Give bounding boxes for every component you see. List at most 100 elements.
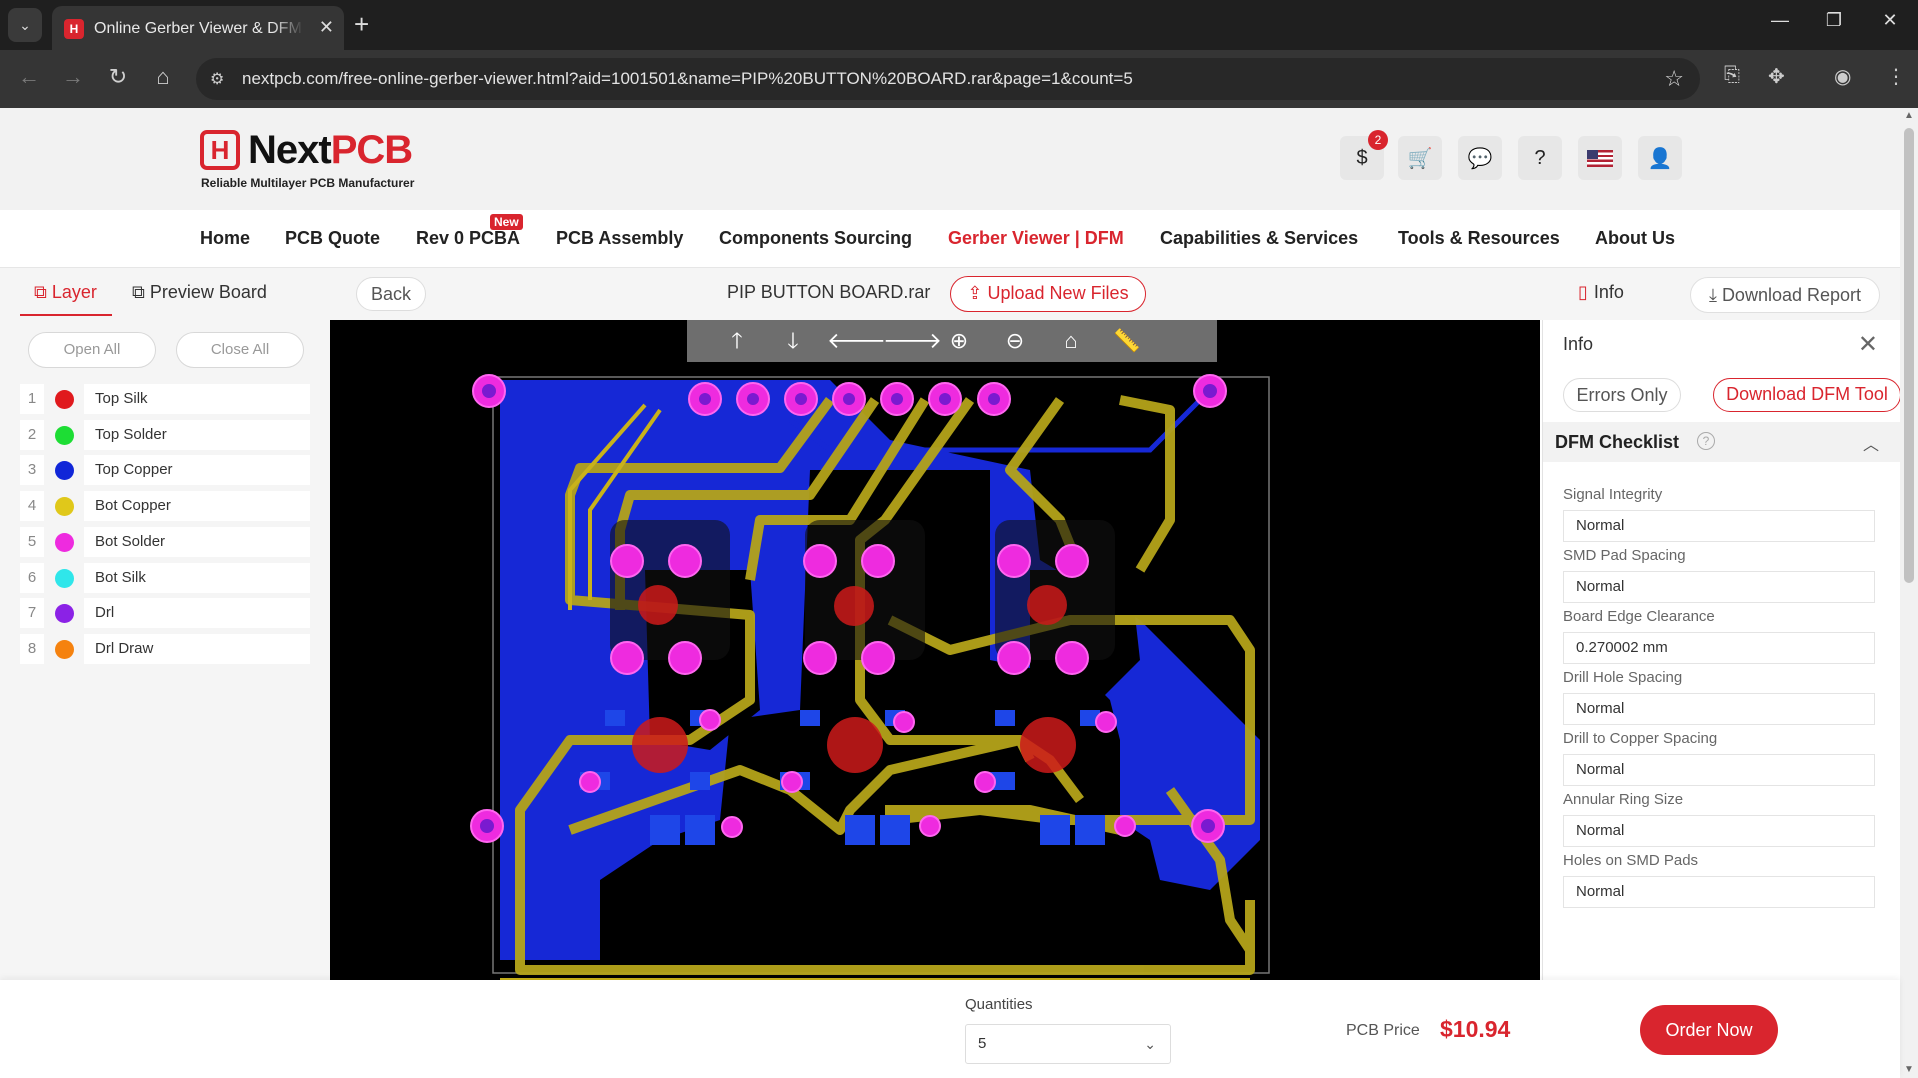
user-icon[interactable]: 👤 bbox=[1638, 136, 1682, 180]
window-close-icon[interactable]: ✕ bbox=[1870, 10, 1910, 31]
scroll-up-icon[interactable]: ▲ bbox=[1900, 110, 1918, 121]
pcb-render bbox=[470, 374, 1270, 980]
browser-tab[interactable]: H Online Gerber Viewer & DFM Analysis ✕ bbox=[52, 6, 344, 50]
close-all-button[interactable]: Close All bbox=[176, 332, 304, 368]
check-value: Normal bbox=[1563, 815, 1875, 847]
nav-about-us[interactable]: About Us bbox=[1595, 228, 1675, 249]
tab-search-icon[interactable]: ⌄ bbox=[8, 8, 42, 42]
info-panel: Info ✕ Errors Only Download DFM Tool DFM… bbox=[1542, 320, 1900, 980]
download-icon: ⤓ bbox=[1708, 285, 1722, 305]
file-name: PIP BUTTON BOARD.rar bbox=[727, 282, 931, 302]
nav-rev0-pcba[interactable]: Rev 0 PCBA bbox=[416, 228, 520, 249]
errors-only-button[interactable]: Errors Only bbox=[1563, 378, 1681, 412]
pan-right-icon[interactable]: 🡒 bbox=[883, 326, 942, 356]
scroll-thumb[interactable] bbox=[1904, 128, 1914, 583]
cart-icon[interactable]: 🛒 bbox=[1398, 136, 1442, 180]
layers-panel: Open All Close All 1 Top Silk 2 Top Solder 3… bbox=[0, 320, 330, 980]
pan-left-icon[interactable]: 🡐 bbox=[827, 326, 886, 356]
layer-row[interactable]: 6 Bot Silk bbox=[20, 562, 310, 593]
tab-close-icon[interactable]: ✕ bbox=[319, 17, 334, 38]
open-all-button[interactable]: Open All bbox=[28, 332, 156, 368]
nextpcb-logo[interactable]: H NextPCB Reliable Multilayer PCB Manufa… bbox=[200, 128, 430, 190]
nav-components-sourcing[interactable]: Components Sourcing bbox=[719, 228, 912, 249]
browser-tab-bar: ⌄ H Online Gerber Viewer & DFM Analysis … bbox=[0, 0, 1918, 50]
check-value: Normal bbox=[1563, 876, 1875, 908]
layer-row[interactable]: 5 Bot Solder bbox=[20, 526, 310, 557]
check-value: Normal bbox=[1563, 510, 1875, 542]
profile-avatar-icon[interactable]: ◉ bbox=[1834, 64, 1851, 89]
layer-name: Top Solder bbox=[84, 419, 310, 450]
quantity-select[interactable]: 5 ⌄ bbox=[965, 1024, 1171, 1064]
pan-down-icon[interactable]: 🡓 bbox=[773, 326, 813, 356]
layer-color-swatch[interactable] bbox=[55, 604, 74, 624]
page-scrollbar[interactable]: ▲ ▼ bbox=[1900, 108, 1918, 1078]
nav-gerber-viewer[interactable]: Gerber Viewer | DFM bbox=[948, 228, 1124, 249]
download-report-button[interactable]: ⤓ Download Report bbox=[1690, 277, 1880, 313]
order-now-button[interactable]: Order Now bbox=[1640, 1005, 1778, 1055]
extensions-puzzle-icon[interactable]: ✥ bbox=[1768, 64, 1785, 89]
layer-row[interactable]: 1 Top Silk bbox=[20, 384, 310, 414]
layer-row[interactable]: 8 Drl Draw bbox=[20, 633, 310, 664]
check-value: Normal bbox=[1563, 571, 1875, 603]
close-icon[interactable]: ✕ bbox=[1858, 330, 1878, 359]
back-button[interactable]: Back bbox=[356, 277, 426, 311]
layer-name: Drl bbox=[84, 598, 310, 629]
back-arrow-icon[interactable]: ← bbox=[14, 64, 44, 90]
nav-pcb-quote[interactable]: PCB Quote bbox=[285, 228, 380, 249]
layer-row[interactable]: 4 Bot Copper bbox=[20, 491, 310, 522]
question-icon[interactable]: ? bbox=[1697, 432, 1715, 450]
zoom-out-icon[interactable]: ⊖ bbox=[995, 326, 1035, 356]
bookmark-star-icon[interactable]: ☆ bbox=[1664, 66, 1684, 92]
home-icon[interactable]: ⌂ bbox=[148, 64, 178, 90]
pan-up-icon[interactable]: 🡑 bbox=[717, 326, 757, 356]
layer-color-swatch[interactable] bbox=[55, 461, 74, 481]
pcb-price-label: PCB Price bbox=[1346, 1022, 1420, 1039]
layer-color-swatch[interactable] bbox=[55, 497, 74, 517]
gerber-canvas[interactable]: 🡑 🡓 🡐 🡒 ⊕ ⊖ ⌂ 📏 bbox=[330, 320, 1540, 980]
reload-icon[interactable]: ↻ bbox=[103, 64, 133, 90]
layer-color-swatch[interactable] bbox=[55, 390, 74, 409]
measure-ruler-icon[interactable]: 📏 bbox=[1107, 326, 1147, 356]
extension-cast-icon[interactable]: ⎘ bbox=[1724, 64, 1740, 87]
nav-tools-resources[interactable]: Tools & Resources bbox=[1398, 228, 1560, 249]
layer-row[interactable]: 3 Top Copper bbox=[20, 455, 310, 486]
browser-menu-icon[interactable]: ⋮ bbox=[1886, 64, 1906, 89]
layer-number: 1 bbox=[20, 384, 44, 414]
new-tab-icon[interactable]: + bbox=[354, 10, 369, 38]
layers-icon: ⧉ bbox=[34, 282, 52, 302]
info-toggle[interactable]: ▯ Info bbox=[1578, 282, 1624, 303]
scroll-down-icon[interactable]: ▼ bbox=[1900, 1064, 1918, 1075]
message-icon[interactable]: 💬 bbox=[1458, 136, 1502, 180]
layer-color-swatch[interactable] bbox=[55, 425, 74, 445]
help-icon[interactable]: ? bbox=[1518, 136, 1562, 180]
nav-pcb-assembly[interactable]: PCB Assembly bbox=[556, 228, 683, 249]
check-label: Holes on SMD Pads bbox=[1563, 852, 1699, 869]
coupon-icon[interactable]: $ 2 bbox=[1340, 130, 1388, 180]
site-info-icon[interactable]: ⚙ bbox=[210, 69, 224, 89]
minimize-icon[interactable]: — bbox=[1760, 10, 1800, 31]
url-text: nextpcb.com/free-online-gerber-viewer.ht… bbox=[242, 69, 1133, 88]
layer-row[interactable]: 2 Top Solder bbox=[20, 419, 310, 450]
layer-number: 7 bbox=[20, 598, 44, 629]
layer-color-swatch[interactable] bbox=[55, 639, 74, 659]
dfm-checklist-header[interactable]: DFM Checklist ? ︿ bbox=[1543, 422, 1900, 462]
nav-home[interactable]: Home bbox=[200, 228, 250, 249]
layer-color-swatch[interactable] bbox=[55, 568, 74, 588]
nav-capabilities[interactable]: Capabilities & Services bbox=[1160, 228, 1358, 249]
tab-title: Online Gerber Viewer & DFM Analysis bbox=[94, 20, 304, 37]
chevron-up-icon[interactable]: ︿ bbox=[1863, 431, 1879, 455]
upload-new-files-button[interactable]: ⇪ Upload New Files bbox=[950, 276, 1146, 312]
layer-row[interactable]: 7 Drl bbox=[20, 598, 310, 629]
tab-preview-board[interactable]: ⧉ Preview Board bbox=[132, 282, 267, 303]
zoom-in-icon[interactable]: ⊕ bbox=[939, 326, 979, 356]
us-flag-icon[interactable] bbox=[1578, 136, 1622, 180]
check-label: Signal Integrity bbox=[1563, 486, 1663, 503]
forward-arrow-icon[interactable]: → bbox=[58, 64, 88, 90]
download-dfm-tool-button[interactable]: Download DFM Tool bbox=[1713, 378, 1900, 412]
fit-home-icon[interactable]: ⌂ bbox=[1051, 326, 1091, 356]
restore-icon[interactable]: ❐ bbox=[1814, 10, 1854, 31]
layer-color-swatch[interactable] bbox=[55, 532, 74, 552]
dfm-checklist-title: DFM Checklist bbox=[1555, 432, 1680, 452]
address-bar[interactable]: ⚙ nextpcb.com/free-online-gerber-viewer.… bbox=[196, 58, 1700, 100]
tab-layer[interactable]: ⧉ Layer bbox=[34, 282, 97, 303]
